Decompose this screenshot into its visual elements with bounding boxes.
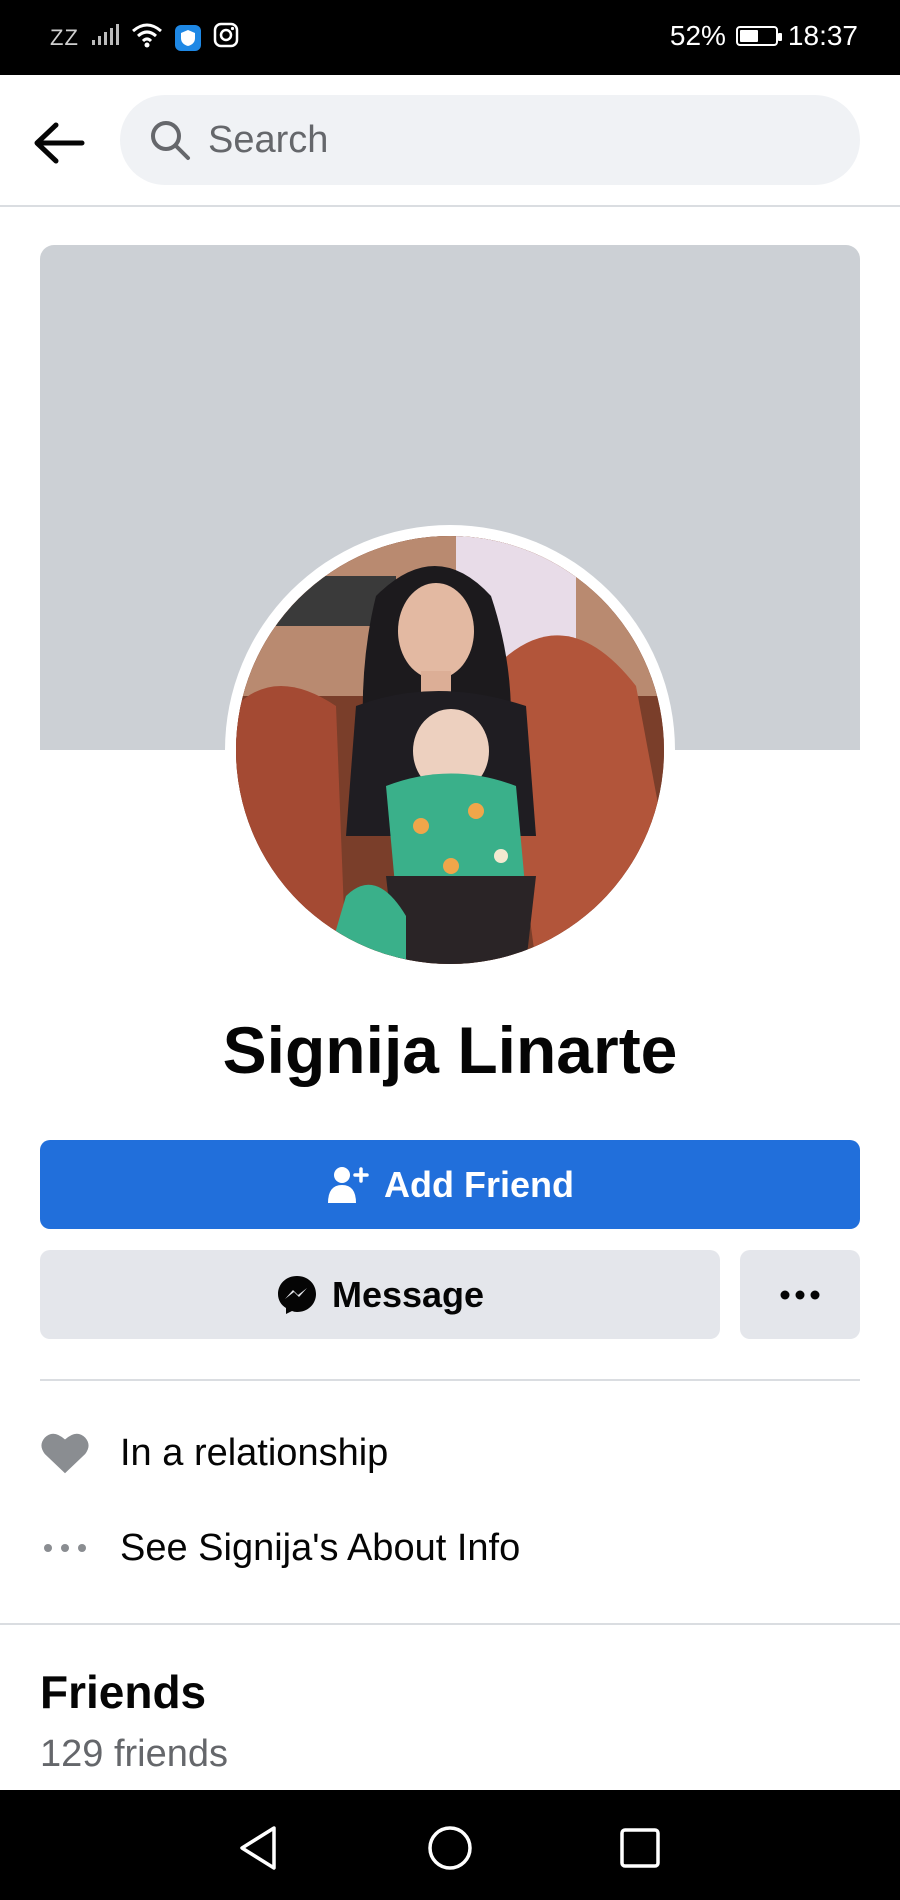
instagram-icon [213, 22, 239, 53]
arrow-left-icon [34, 122, 85, 164]
relationship-row: In a relationship [40, 1418, 860, 1488]
friends-count: 129 friends [40, 1733, 229, 1775]
status-bar: ZZ 52% 18:37 [0, 0, 900, 75]
ellipsis-icon [780, 1290, 820, 1299]
relationship-status: In a relationship [120, 1431, 389, 1474]
clock: 18:37 [787, 20, 858, 51]
section-divider [0, 1623, 900, 1625]
about-info-link[interactable]: See Signija's About Info [40, 1513, 860, 1583]
status-right: 52% 18:37 [670, 20, 858, 52]
add-friend-label: Add Friend [384, 1163, 574, 1205]
nav-home-icon [428, 1826, 472, 1870]
search-input[interactable] [206, 117, 810, 163]
search-icon [148, 118, 192, 162]
signal-icon [91, 24, 119, 51]
search-box[interactable] [120, 95, 860, 185]
battery-icon [735, 26, 782, 46]
profile-name: Signija Linarte [222, 1013, 678, 1087]
add-friend-button[interactable]: Add Friend [40, 1140, 860, 1229]
carrier-label: ZZ [50, 24, 79, 50]
nav-back-icon [240, 1826, 276, 1870]
battery-fill [739, 30, 758, 42]
friends-title[interactable]: Friends [40, 1665, 206, 1719]
nav-back-button[interactable] [228, 1818, 288, 1878]
wifi-icon [131, 22, 163, 53]
shield-icon [174, 24, 201, 51]
messenger-icon [276, 1274, 318, 1316]
avatar [236, 536, 664, 964]
battery-percent: 52% [669, 20, 726, 51]
nav-home-button[interactable] [420, 1818, 480, 1878]
nav-recent-apps-icon [620, 1828, 660, 1868]
back-button[interactable] [28, 113, 88, 173]
heart-icon [40, 1430, 90, 1476]
add-friend-icon [326, 1165, 370, 1205]
about-info-label: See Signija's About Info [120, 1526, 521, 1569]
header [0, 75, 900, 207]
status-left: ZZ [50, 22, 239, 53]
message-button[interactable]: Message [40, 1250, 720, 1339]
more-options-button[interactable] [740, 1250, 860, 1339]
divider [40, 1379, 860, 1381]
nav-recent-apps-button[interactable] [610, 1818, 670, 1878]
ellipsis-icon [40, 1543, 90, 1553]
message-label: Message [331, 1273, 485, 1315]
navigation-bar [0, 1790, 900, 1900]
profile-picture[interactable] [225, 525, 675, 975]
